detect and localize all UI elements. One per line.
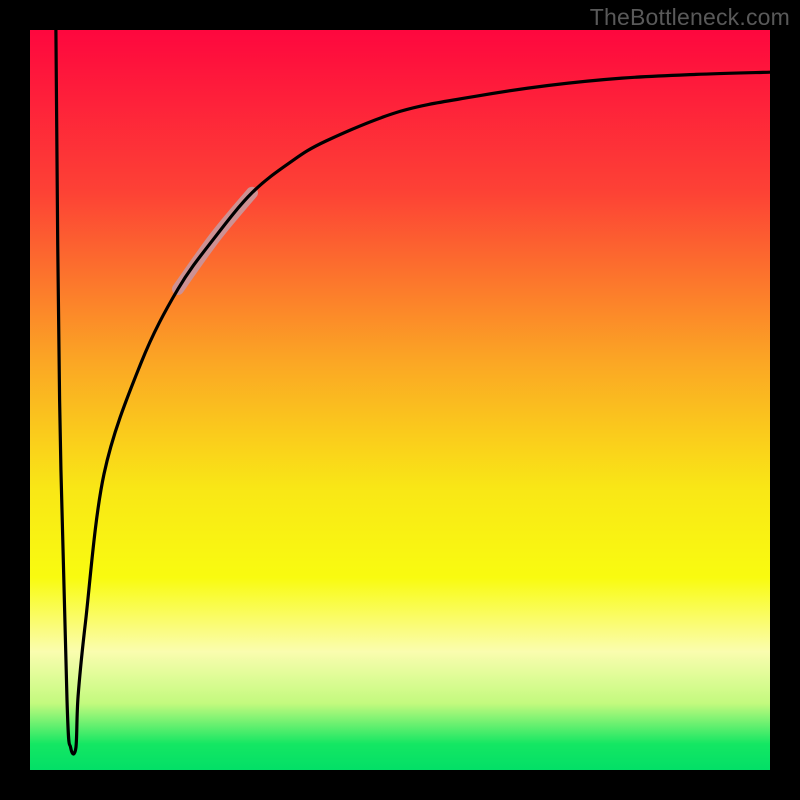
watermark-text: TheBottleneck.com — [590, 4, 790, 31]
chart-container: TheBottleneck.com — [0, 0, 800, 800]
chart-background — [30, 30, 770, 770]
bottleneck-chart — [0, 0, 800, 800]
